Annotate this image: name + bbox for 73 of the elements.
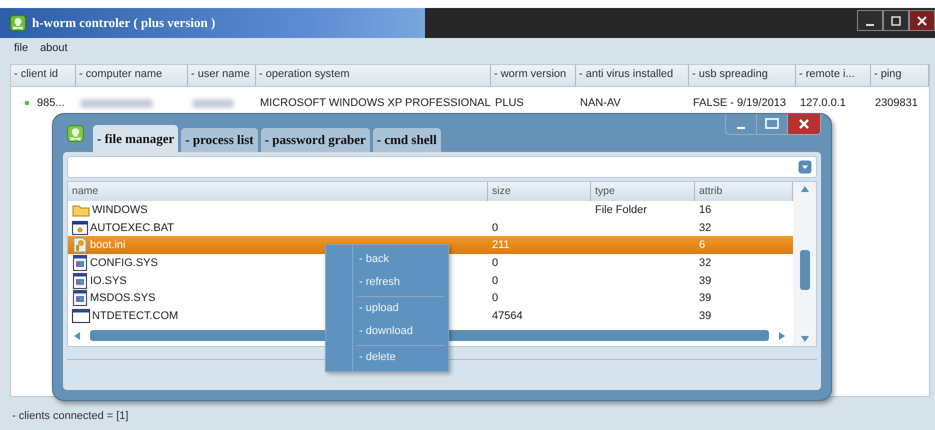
column-header[interactable]: - remote i... xyxy=(796,65,871,86)
table-cell: 32 xyxy=(699,222,712,234)
tab[interactable]: - password graber xyxy=(260,128,370,152)
column-header[interactable]: - usb spreading xyxy=(689,65,796,86)
dropdown-icon[interactable] xyxy=(798,160,812,174)
file-name[interactable]: CONFIG.SYS xyxy=(90,256,158,269)
column-header[interactable]: - anti virus installed xyxy=(576,65,689,86)
table-cell: 0 xyxy=(492,256,498,269)
column-header[interactable]: - ping xyxy=(871,65,929,86)
table-cell: 39 xyxy=(699,292,712,304)
table-cell: NAN-AV xyxy=(580,97,621,109)
table-cell: 2309831 xyxy=(875,97,918,109)
file-name[interactable]: MSDOS.SYS xyxy=(90,292,156,304)
column-header[interactable]: - user name xyxy=(188,65,256,86)
table-cell: 985... xyxy=(37,97,65,109)
redaction-mark xyxy=(192,98,234,108)
close-button[interactable] xyxy=(788,114,820,134)
scroll-thumb[interactable] xyxy=(800,250,810,290)
file-name[interactable]: IO.SYS xyxy=(90,274,127,287)
table-cell: 39 xyxy=(699,274,712,287)
scroll-left-icon[interactable] xyxy=(74,332,80,340)
file-name[interactable]: NTDETECT.COM xyxy=(92,310,178,322)
table-cell: FALSE - 9/19/2013 xyxy=(693,97,786,109)
minimize-icon xyxy=(866,24,874,26)
table-cell: 39 xyxy=(699,310,712,322)
table-cell: 32 xyxy=(699,256,712,269)
skull-icon xyxy=(10,15,26,31)
window-file-icon xyxy=(72,290,88,306)
maximize-button[interactable] xyxy=(883,10,909,31)
table-cell: MICROSOFT WINDOWS XP PROFESSIONAL xyxy=(260,97,491,109)
column-header[interactable]: type xyxy=(591,182,695,201)
maximize-icon xyxy=(891,16,901,26)
minimize-button[interactable] xyxy=(857,10,883,31)
scroll-up-icon[interactable] xyxy=(800,186,808,192)
vertical-scrollbar[interactable] xyxy=(793,182,816,346)
close-icon xyxy=(798,118,810,130)
status-text: - clients connected = [1] xyxy=(12,410,128,422)
close-button[interactable] xyxy=(909,10,935,31)
menu-item[interactable]: file xyxy=(14,42,28,56)
tab[interactable]: - file manager xyxy=(93,125,178,152)
column-header[interactable]: size xyxy=(488,182,591,201)
table-cell: 0 xyxy=(492,292,498,304)
wrench-file-icon xyxy=(72,237,88,254)
table-cell: 47564 xyxy=(492,310,523,322)
table-cell: File Folder xyxy=(595,204,647,216)
window-file-icon xyxy=(72,272,88,289)
menu-item[interactable]: about xyxy=(40,42,68,56)
tab[interactable]: - cmd shell xyxy=(372,128,441,152)
gear-file-icon xyxy=(72,220,88,235)
table-cell: 6 xyxy=(699,239,706,252)
table-cell: 127.0.0.1 xyxy=(800,97,846,109)
column-header[interactable]: - client id xyxy=(11,65,76,86)
skull-icon xyxy=(67,124,84,142)
table-cell: 0 xyxy=(492,274,498,287)
table-cell: 16 xyxy=(699,204,712,216)
table-cell: 211 xyxy=(492,239,510,252)
tab[interactable]: - process list xyxy=(181,128,258,152)
maximize-icon xyxy=(765,118,779,130)
table-cell: 0 xyxy=(492,222,498,234)
column-header[interactable]: - worm version xyxy=(491,65,576,86)
minimize-icon xyxy=(737,127,745,129)
file-name[interactable]: AUTOEXEC.BAT xyxy=(90,222,174,234)
scroll-down-icon[interactable] xyxy=(800,336,808,342)
column-header[interactable]: - operation system xyxy=(256,65,491,86)
file-name[interactable]: WINDOWS xyxy=(92,204,148,216)
window-icon xyxy=(72,308,90,323)
column-header[interactable]: - computer name xyxy=(76,65,188,86)
close-icon xyxy=(917,16,927,26)
column-header[interactable]: name xyxy=(68,182,488,201)
table-cell: PLUS xyxy=(495,97,524,109)
window-title: h-worm controler ( plus version ) xyxy=(32,15,216,31)
scroll-right-icon[interactable] xyxy=(779,332,785,340)
window-file-icon xyxy=(72,254,88,271)
